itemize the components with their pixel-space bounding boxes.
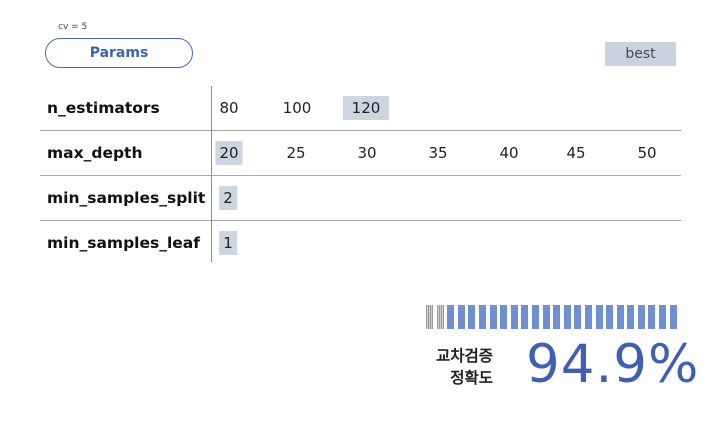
gauge-segment [457,305,465,329]
gauge-segment [616,305,624,329]
param-value: 80 [219,99,239,117]
param-name: min_samples_leaf [47,234,201,252]
accuracy-gauge [426,305,680,329]
param-value-best: 1 [219,231,237,255]
cv-note: cv = 5 [58,22,88,32]
gauge-segment [489,305,497,329]
params-button[interactable]: Params [45,38,193,68]
gauge-segment [447,305,455,329]
param-value-best: 120 [343,96,389,120]
param-value: 30 [357,144,377,162]
param-value: 25 [286,144,306,162]
gauge-segment [478,305,486,329]
gauge-segment [648,305,656,329]
gauge-segment [659,305,667,329]
gauge-segment [510,305,518,329]
accuracy-label-line1: 교차검증 [435,347,493,365]
gauge-segment [500,305,508,329]
gauge-segment [595,305,603,329]
gauge-segment [563,305,571,329]
gauge-segment [542,305,550,329]
gauge-segment [637,305,645,329]
param-value-best: 2 [219,186,237,210]
param-row-min-samples-leaf: min_samples_leaf 1 [40,221,681,265]
param-name: min_samples_split [47,189,206,207]
gauge-segment [627,305,635,329]
gauge-segment [584,305,592,329]
grid-divider [211,86,212,262]
accuracy-label: 교차검증 정확도 [423,345,493,389]
accuracy-value: 94.9% [526,334,700,395]
param-value: 35 [428,144,448,162]
gauge-segment [468,305,476,329]
gauge-segment [574,305,582,329]
param-value: 45 [566,144,586,162]
param-row-n-estimators: n_estimators 80 100 120 [40,86,681,131]
params-grid: n_estimators 80 100 120 max_depth 20 25 … [40,86,681,265]
param-value: 50 [637,144,657,162]
param-name: n_estimators [47,99,160,117]
gauge-segment [606,305,614,329]
param-value-best: 20 [215,141,243,165]
gauge-segment [553,305,561,329]
gauge-segment [521,305,529,329]
param-value: 40 [499,144,519,162]
param-name: max_depth [47,144,143,162]
param-row-max-depth: max_depth 20 25 30 35 40 45 50 [40,131,681,176]
gauge-segment [669,305,677,329]
gauge-segment [436,305,444,329]
gauge-segment [531,305,539,329]
gauge-segment [426,305,433,329]
best-legend-tag: best [605,42,676,66]
param-value: 100 [282,99,312,117]
param-row-min-samples-split: min_samples_split 2 [40,176,681,221]
accuracy-label-line2: 정확도 [450,369,493,387]
